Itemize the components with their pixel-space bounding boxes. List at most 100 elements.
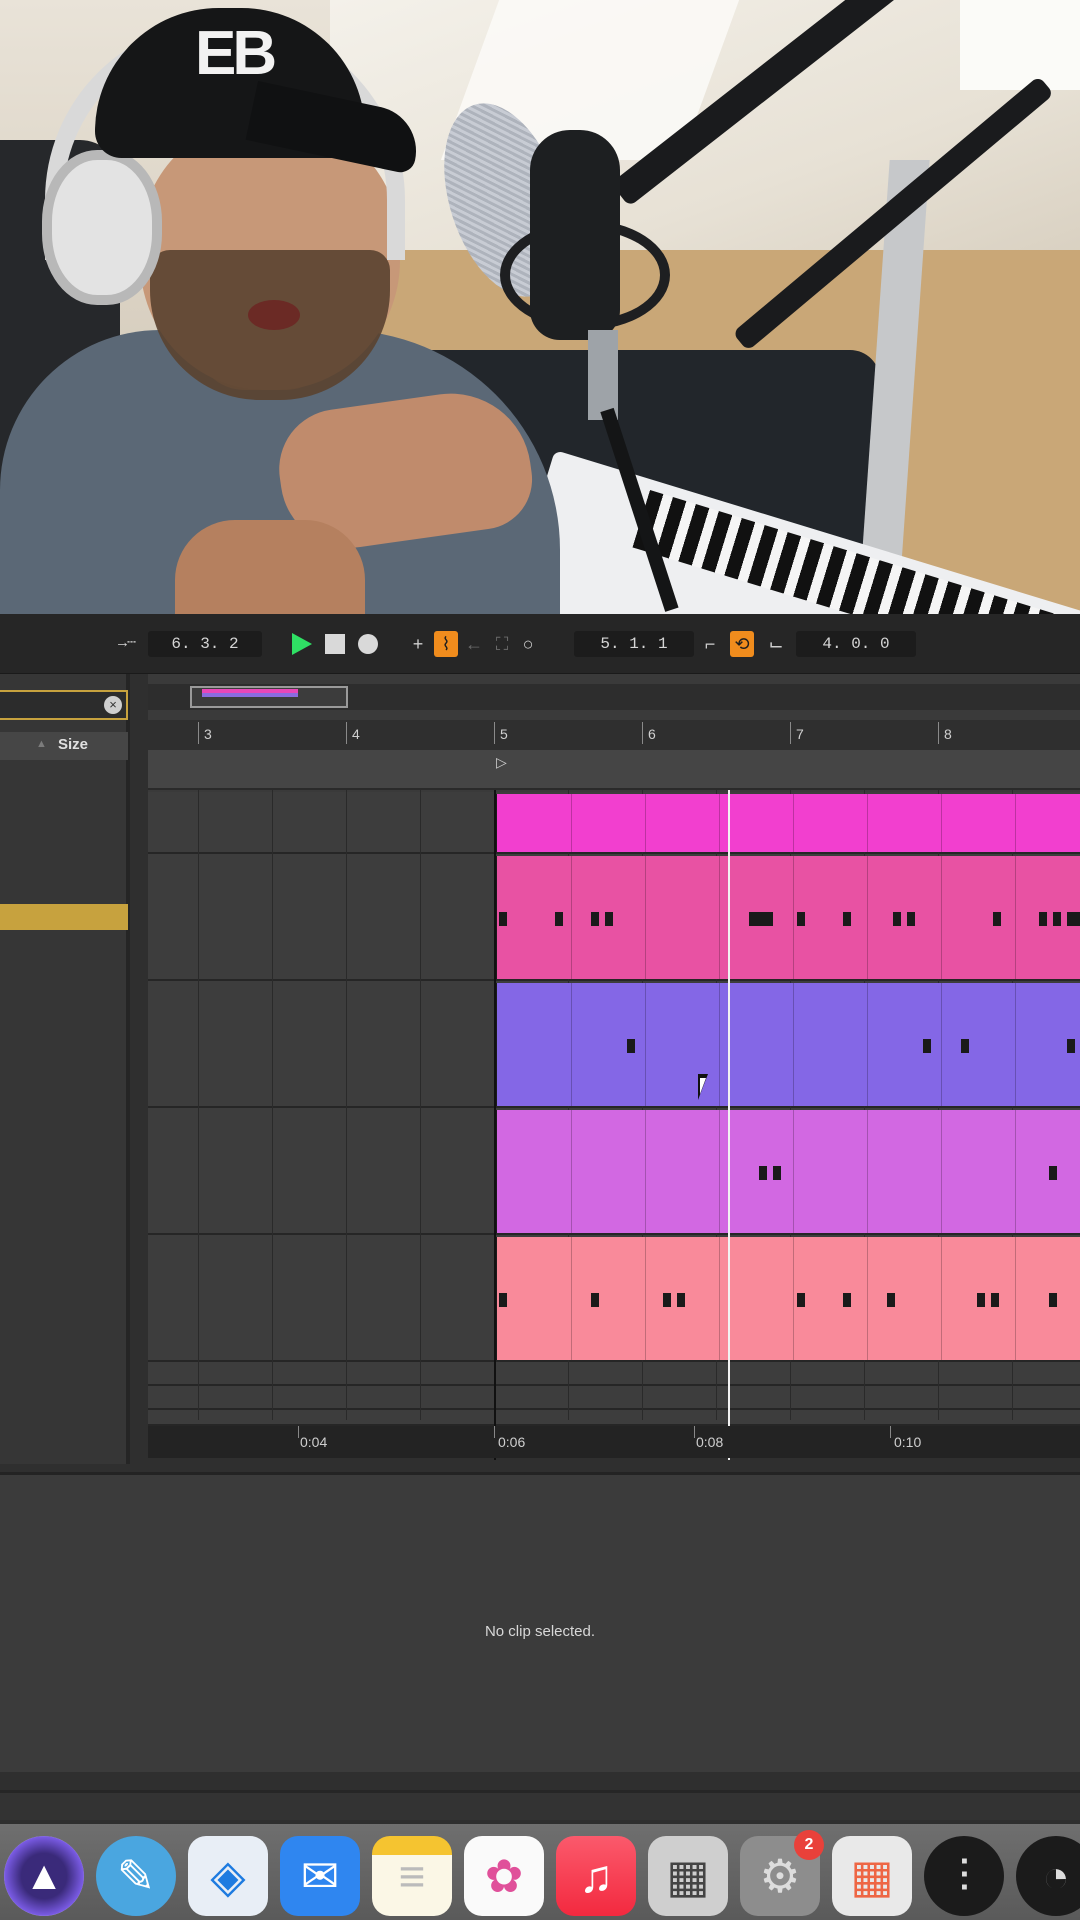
loop-start[interactable]: 5. 1. 1 bbox=[574, 631, 694, 657]
bar-number: 4 bbox=[352, 726, 360, 742]
clip-beat-line bbox=[645, 1237, 646, 1360]
clip-beat-line bbox=[867, 1237, 868, 1360]
clip-beat-line bbox=[571, 1110, 572, 1233]
playhead bbox=[728, 790, 730, 1460]
clip-beat-line bbox=[719, 1110, 720, 1233]
sort-arrow-icon[interactable]: ▲ bbox=[36, 738, 47, 750]
midi-note bbox=[961, 1039, 969, 1053]
midi-note bbox=[773, 1166, 781, 1180]
loop-length[interactable]: 4. 0. 0 bbox=[796, 631, 916, 657]
session-record-icon[interactable]: ○ bbox=[516, 631, 540, 657]
clip-beat-line bbox=[1015, 1237, 1016, 1360]
arrangement-view[interactable]: 3 4 5 6 7 8 ▷ 0:04 0:06 0:08 0:10 bbox=[148, 674, 1080, 1460]
pro-tools-icon[interactable]: ▲ bbox=[4, 1836, 84, 1916]
bar-number: 5 bbox=[500, 726, 508, 742]
arrangement-position[interactable]: 6. 3. 2 bbox=[148, 631, 262, 657]
midi-note bbox=[887, 1293, 895, 1307]
loop-switch-icon[interactable]: ⟲ bbox=[730, 631, 754, 657]
launchpad-icon[interactable]: ▦ bbox=[832, 1836, 912, 1916]
clear-search-icon[interactable]: × bbox=[104, 696, 122, 714]
track-lane[interactable] bbox=[148, 1386, 1080, 1410]
time-label: 0:10 bbox=[894, 1434, 922, 1450]
midi-note bbox=[797, 1293, 805, 1307]
size-column-label[interactable]: Size bbox=[58, 736, 88, 753]
microphone bbox=[530, 130, 620, 340]
clip-beat-line bbox=[867, 794, 868, 852]
time-label: 0:06 bbox=[498, 1434, 526, 1450]
midi-note bbox=[1049, 1166, 1057, 1180]
midi-clip[interactable] bbox=[495, 1237, 1080, 1360]
track-lane[interactable] bbox=[148, 1410, 1080, 1426]
bar-tick bbox=[938, 722, 939, 744]
track-lane[interactable] bbox=[148, 1362, 1080, 1386]
midi-note bbox=[923, 1039, 931, 1053]
capture-icon[interactable]: ⛶ bbox=[490, 631, 514, 657]
midi-clip[interactable] bbox=[495, 856, 1080, 979]
skylight-right bbox=[960, 0, 1080, 90]
clip-beat-line bbox=[867, 1110, 868, 1233]
person-mouth bbox=[248, 300, 300, 330]
bar-number: 7 bbox=[796, 726, 804, 742]
music-icon[interactable]: ♫ bbox=[556, 1836, 636, 1916]
notification-badge: 2 bbox=[794, 1830, 824, 1860]
safari-icon[interactable]: ◈ bbox=[188, 1836, 268, 1916]
time-ruler[interactable]: 0:04 0:06 0:08 0:10 bbox=[148, 1426, 1080, 1458]
midi-note bbox=[1053, 912, 1061, 926]
midi-note bbox=[765, 912, 773, 926]
time-tick bbox=[890, 1426, 891, 1438]
clip-beat-line bbox=[719, 1237, 720, 1360]
loop-start-marker-icon[interactable]: ▷ bbox=[496, 754, 507, 771]
midi-clip[interactable] bbox=[495, 983, 1080, 1106]
midi-note bbox=[843, 1293, 851, 1307]
browser-selected-item[interactable] bbox=[0, 904, 128, 930]
clip-beat-line bbox=[571, 1237, 572, 1360]
app-store-alt-icon[interactable]: ✎ bbox=[96, 1836, 176, 1916]
bar-tick bbox=[198, 722, 199, 744]
loop-brace-strip[interactable] bbox=[148, 750, 1080, 790]
time-label: 0:08 bbox=[696, 1434, 724, 1450]
clip-beat-line bbox=[571, 794, 572, 852]
clip-beat-line bbox=[571, 856, 572, 979]
midi-clip[interactable] bbox=[495, 1110, 1080, 1233]
bar-tick bbox=[494, 722, 495, 744]
clip-beat-line bbox=[941, 794, 942, 852]
back-to-arrangement-icon[interactable]: ← bbox=[462, 631, 486, 657]
punch-out-icon[interactable]: ⌙ bbox=[764, 631, 788, 657]
grid-line bbox=[272, 790, 273, 1420]
time-label: 0:04 bbox=[300, 1434, 328, 1450]
beat-ruler[interactable]: 3 4 5 6 7 8 bbox=[148, 720, 1080, 750]
clip-beat-line bbox=[793, 1110, 794, 1233]
bar-tick bbox=[346, 722, 347, 744]
midi-clip[interactable] bbox=[495, 794, 1080, 852]
overview-strip[interactable] bbox=[148, 684, 1080, 710]
status-bar bbox=[0, 1790, 1080, 1820]
bar-tick bbox=[642, 722, 643, 744]
notes-icon[interactable]: ≡ bbox=[372, 1836, 452, 1916]
clip-beat-line bbox=[1015, 983, 1016, 1106]
record-button[interactable] bbox=[358, 634, 378, 654]
midi-note bbox=[1067, 912, 1075, 926]
punch-in-icon[interactable]: ⌐ bbox=[698, 631, 722, 657]
photos-icon[interactable]: ✿ bbox=[464, 1836, 544, 1916]
macos-dock: ▲ ✎ ◈ ✉ ≡ ✿ ♫ ▦ ⚙ 2 ▦ ⫶ ◔ bbox=[0, 1824, 1080, 1920]
ua-meter-icon[interactable]: ◔ bbox=[1016, 1836, 1080, 1916]
midi-note bbox=[663, 1293, 671, 1307]
mouse-pointer-fill bbox=[700, 1078, 712, 1094]
midi-note bbox=[893, 912, 901, 926]
automation-arm-icon[interactable]: ⌇ bbox=[434, 631, 458, 657]
grid-line bbox=[346, 790, 347, 1420]
play-button[interactable] bbox=[292, 633, 312, 655]
midi-note bbox=[1067, 1039, 1075, 1053]
follow-toggle-icon[interactable]: →┄ bbox=[112, 631, 142, 657]
stop-button[interactable] bbox=[325, 634, 345, 654]
midi-note bbox=[591, 912, 599, 926]
bar-number: 8 bbox=[944, 726, 952, 742]
ua-console-icon[interactable]: ⫶ bbox=[924, 1836, 1004, 1916]
overdub-icon[interactable]: + bbox=[406, 631, 430, 657]
calculator-icon[interactable]: ▦ bbox=[648, 1836, 728, 1916]
clip-beat-line bbox=[719, 794, 720, 852]
midi-note bbox=[1049, 1293, 1057, 1307]
mail-icon[interactable]: ✉ bbox=[280, 1836, 360, 1916]
person-hand-lower bbox=[175, 520, 365, 614]
midi-note bbox=[677, 1293, 685, 1307]
